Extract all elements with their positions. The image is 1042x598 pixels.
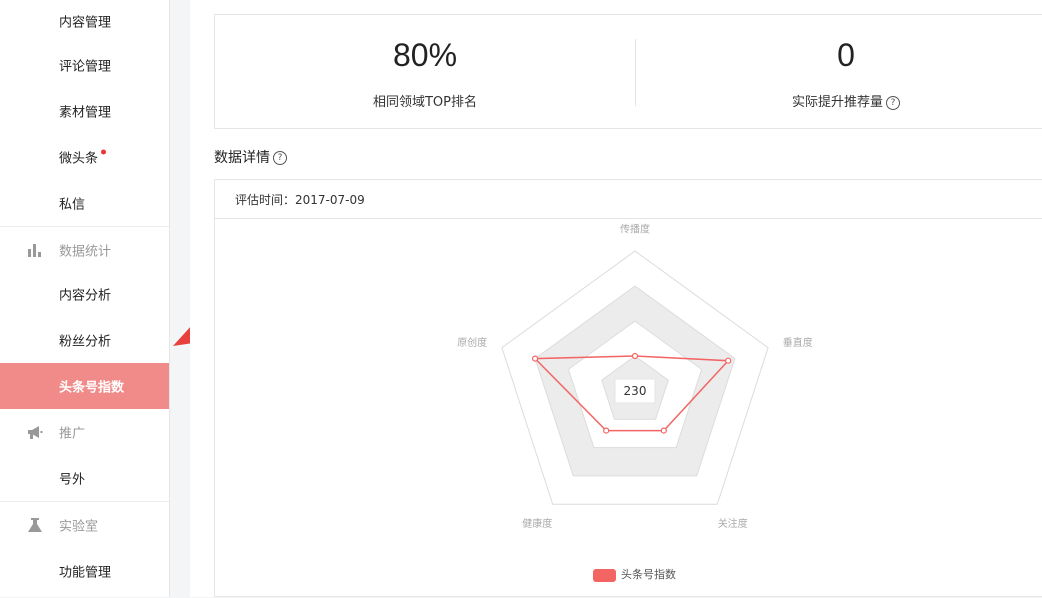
radar-data-point	[631, 352, 639, 360]
radar-axis-label: 传播度	[620, 223, 650, 236]
legend-label: 头条号指数	[621, 568, 676, 581]
radar-axis-label: 原创度	[457, 336, 487, 349]
main-content: 80% 相同领域TOP排名 0 实际提升推荐量? 数据详情? 评估时间：2017…	[190, 0, 1042, 597]
chart-legend[interactable]: 头条号指数	[593, 566, 676, 582]
radar-data-point	[660, 427, 667, 434]
radar-data-point	[531, 355, 539, 362]
legend-swatch	[593, 568, 616, 582]
radar-data-point	[725, 357, 732, 364]
radar-chart: 传播度垂直度关注度 健康度 原创度 230	[457, 223, 813, 530]
detail-card: 评估时间：2017-07-09 传播度 垂直度 关注度 健康度 原创度 230 头条号指数	[214, 179, 1042, 597]
radar-axis-label: 垂直度	[783, 336, 813, 349]
radar-data-point	[603, 427, 610, 434]
radar-center-value: 230	[624, 384, 647, 398]
radar-axis-label: 关注度	[718, 517, 748, 530]
radar-axis-label: 健康度	[522, 517, 552, 530]
